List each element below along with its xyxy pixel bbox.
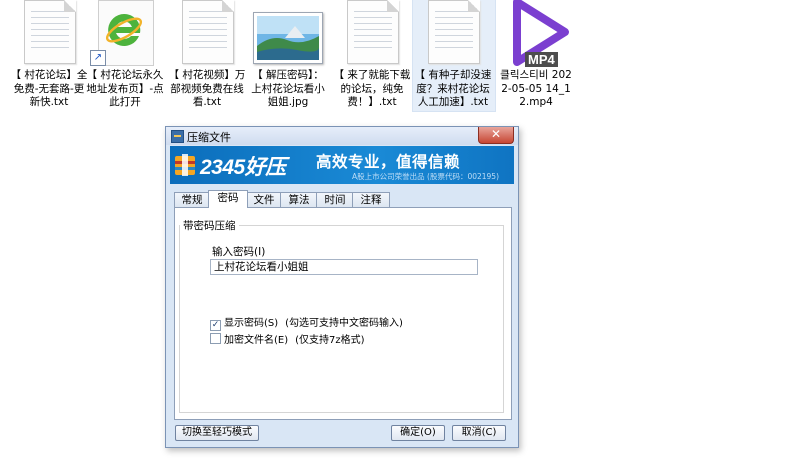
text-file-icon	[337, 0, 407, 68]
password-panel: 带密码压缩 输入密码(I) ✓显示密码(S) (勾选可支持中文密码输入) 加密文件…	[174, 207, 512, 420]
file-name: 【 有种子却没速度？来村花论坛人工加速】.txt	[414, 69, 492, 108]
tab-files[interactable]: 文件	[246, 192, 282, 207]
file-name: 【 解压密码】：上村花论坛看小姐姐.jpg	[251, 69, 325, 108]
file-name: 【 村花视频】万部视频免费在线看.txt	[168, 69, 246, 108]
tab-comment[interactable]: 注释	[352, 192, 390, 207]
file-name: 【 来了就能下载的论坛，纯免费！】.txt	[333, 69, 411, 108]
cancel-button[interactable]: 取消(C)	[452, 425, 506, 441]
dialog-titlebar[interactable]: 压缩文件 ✕	[166, 127, 518, 145]
encrypt-names-label: 加密文件名(E)	[224, 335, 289, 346]
show-password-option[interactable]: ✓ 显示密码(S) (勾选可支持中文密码输入)	[210, 314, 403, 331]
show-password-checkbox[interactable]: ✓	[210, 320, 221, 331]
brand-subline: A股上市公司荣誉出品 (股票代码：002195)	[352, 172, 499, 181]
shortcut-arrow-icon: ↗	[90, 50, 106, 66]
tab-algorithm[interactable]: 算法	[280, 192, 318, 207]
encrypt-names-option[interactable]: 加密文件名(E) (仅支持7z格式)	[210, 331, 365, 346]
video-file-icon: MP4	[501, 0, 571, 68]
switch-mode-button[interactable]: 切换至轻巧模式	[175, 425, 259, 441]
file-txt-2[interactable]: 【 村花视频】万部视频免费在线看.txt	[168, 0, 246, 110]
internet-shortcut-icon: ↗	[90, 0, 160, 68]
password-input[interactable]	[210, 259, 478, 275]
text-file-icon	[14, 0, 84, 68]
text-file-icon	[418, 0, 488, 68]
brand-name: 2345好压	[200, 156, 286, 179]
show-password-hint: (勾选可支持中文密码输入)	[285, 318, 403, 329]
brand-banner: 2345好压 高效专业，值得信赖 A股上市公司荣誉出品 (股票代码：002195…	[170, 146, 514, 184]
file-txt-4[interactable]: 【 有种子却没速度？来村花论坛人工加速】.txt	[412, 0, 496, 112]
file-mp4[interactable]: MP4 클릭스티비 2022-05-05 14_12.mp4	[497, 0, 575, 110]
file-name: 【 村花论坛永久地址发布页】-点此打开	[86, 69, 164, 108]
brand-slogan: 高效专业，值得信赖	[316, 153, 461, 171]
archive-icon	[171, 130, 184, 143]
show-password-label: 显示密码(S)	[224, 318, 279, 329]
mp4-badge: MP4	[525, 52, 558, 67]
text-file-icon	[172, 0, 242, 68]
file-name: 【 村花论坛】全免费-无套路-更新快.txt	[10, 69, 88, 108]
file-txt-3[interactable]: 【 来了就能下载的论坛，纯免费！】.txt	[333, 0, 411, 110]
file-name: 클릭스티비 2022-05-05 14_12.mp4	[500, 69, 572, 108]
haozip-logo-icon	[175, 154, 195, 176]
encrypt-names-hint: (仅支持7z格式)	[295, 335, 365, 346]
compress-dialog: 压缩文件 ✕ 2345好压 高效专业，值得信赖 A股上市公司荣誉出品 (股票代码…	[165, 126, 519, 448]
tab-general[interactable]: 常规	[174, 192, 210, 207]
close-button[interactable]: ✕	[478, 127, 514, 144]
ok-button[interactable]: 确定(O)	[391, 425, 445, 441]
ie-logo-icon	[105, 13, 143, 46]
encrypt-names-checkbox[interactable]	[210, 333, 221, 344]
group-title: 带密码压缩	[183, 220, 236, 232]
tab-time[interactable]: 时间	[316, 192, 354, 207]
file-txt-1[interactable]: 【 村花论坛】全免费-无套路-更新快.txt	[10, 0, 88, 110]
tab-password[interactable]: 密码	[208, 190, 248, 208]
file-jpg[interactable]: 【 解压密码】：上村花论坛看小姐姐.jpg	[249, 0, 327, 110]
group-divider	[239, 225, 503, 226]
dialog-title: 压缩文件	[187, 131, 231, 144]
password-label: 输入密码(I)	[212, 246, 266, 258]
image-thumbnail	[253, 0, 323, 68]
file-shortcut[interactable]: ↗ 【 村花论坛永久地址发布页】-点此打开	[86, 0, 164, 110]
